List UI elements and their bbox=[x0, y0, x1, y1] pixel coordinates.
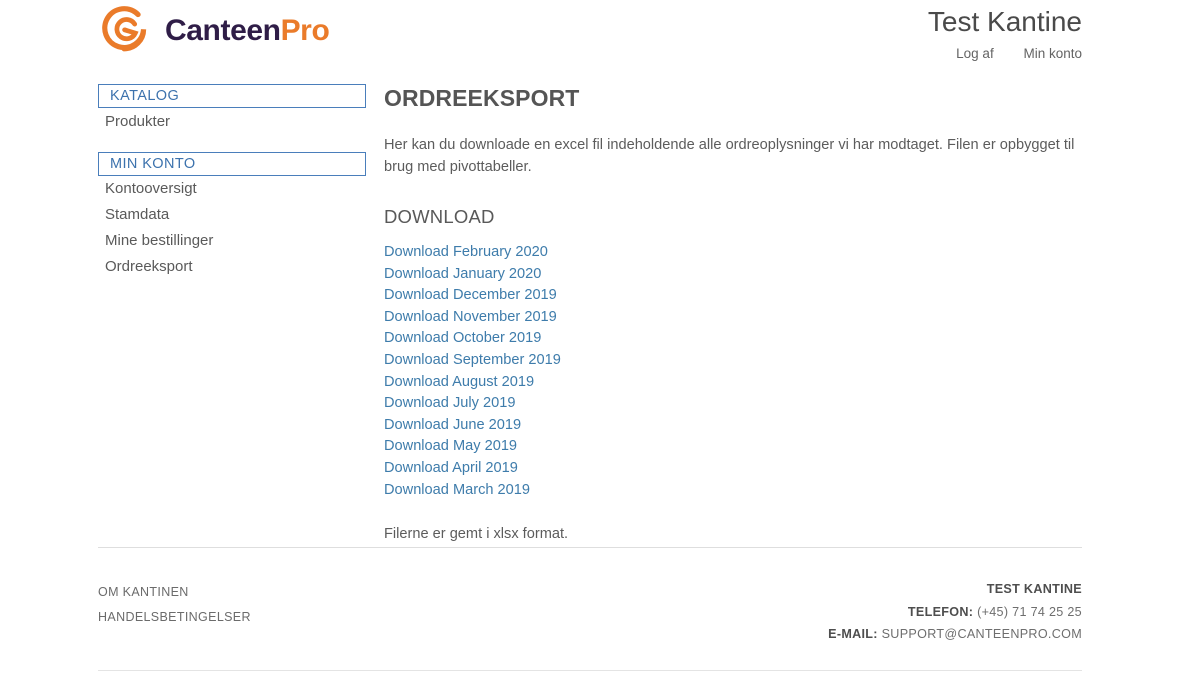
list-item: Download August 2019 bbox=[384, 372, 1082, 394]
site-footer: OM KANTINEN HANDELSBETINGELSER TEST KANT… bbox=[98, 566, 1082, 656]
logout-link[interactable]: Log af bbox=[956, 46, 994, 61]
footer-link-om-kantinen[interactable]: OM KANTINEN bbox=[98, 580, 251, 605]
download-link-april-2019[interactable]: Download April 2019 bbox=[384, 458, 518, 480]
download-link-may-2019[interactable]: Download May 2019 bbox=[384, 436, 517, 458]
list-item: Download December 2019 bbox=[384, 285, 1082, 307]
download-link-july-2019[interactable]: Download July 2019 bbox=[384, 393, 515, 415]
list-item: Kontooversigt bbox=[98, 176, 366, 202]
download-link-february-2020[interactable]: Download February 2020 bbox=[384, 242, 548, 264]
footer-phone-value: (+45) 71 74 25 25 bbox=[977, 604, 1082, 619]
list-item: Download June 2019 bbox=[384, 415, 1082, 437]
list-item: Download October 2019 bbox=[384, 328, 1082, 350]
footer-link-handelsbetingelser[interactable]: HANDELSBETINGELSER bbox=[98, 605, 251, 630]
footer-phone-label: TELEFON: bbox=[907, 604, 974, 619]
brand-wordmark: CanteenPro bbox=[165, 14, 330, 47]
list-item: Produkter bbox=[98, 108, 366, 134]
list-item: Download July 2019 bbox=[384, 393, 1082, 415]
list-item: Download May 2019 bbox=[384, 436, 1082, 458]
my-account-link[interactable]: Min konto bbox=[1023, 46, 1082, 61]
download-link-november-2019[interactable]: Download November 2019 bbox=[384, 307, 557, 329]
sidebar-item-stamdata[interactable]: Stamdata bbox=[98, 202, 366, 228]
sidebar-item-produkter[interactable]: Produkter bbox=[98, 108, 366, 134]
sidebar-block-katalog: KATALOG Produkter bbox=[98, 84, 366, 134]
download-link-list: Download February 2020 Download January … bbox=[384, 242, 1082, 501]
sidebar-heading-katalog: KATALOG bbox=[98, 84, 366, 108]
download-link-june-2019[interactable]: Download June 2019 bbox=[384, 415, 521, 437]
sidebar-list-katalog: Produkter bbox=[98, 108, 366, 134]
download-link-october-2019[interactable]: Download October 2019 bbox=[384, 328, 541, 350]
download-link-march-2019[interactable]: Download March 2019 bbox=[384, 480, 530, 502]
brand-name-part1: Canteen bbox=[165, 14, 281, 47]
section-title-download: DOWNLOAD bbox=[384, 206, 495, 227]
page-title: ORDREEKSPORT bbox=[384, 85, 580, 111]
footer-company-label: TEST KANTINE bbox=[986, 582, 1082, 596]
footer-links: OM KANTINEN HANDELSBETINGELSER bbox=[98, 580, 251, 630]
footer-phone-row: TELEFON: (+45) 71 74 25 25 bbox=[828, 601, 1082, 624]
file-format-note: Filerne er gemt i xlsx format. bbox=[384, 526, 569, 543]
brand-logo-link[interactable]: CanteenPro bbox=[98, 4, 330, 58]
download-link-january-2020[interactable]: Download January 2020 bbox=[384, 264, 541, 286]
list-item: Download April 2019 bbox=[384, 458, 1082, 480]
sidebar-block-min-konto: MIN KONTO Kontooversigt Stamdata Mine be… bbox=[98, 152, 366, 280]
footer-email-row: E-MAIL: SUPPORT@CANTEENPRO.COM bbox=[828, 623, 1082, 646]
customer-name: Test Kantine bbox=[927, 6, 1082, 37]
canteenpro-spiral-e-logo-icon bbox=[98, 4, 152, 58]
brand-name-part2: Pro bbox=[280, 14, 330, 47]
footer-divider-bottom bbox=[98, 670, 1082, 671]
list-item: Mine bestillinger bbox=[98, 228, 366, 254]
header-account-links: Log af Min konto bbox=[928, 46, 1082, 61]
footer-email-value: SUPPORT@CANTEENPRO.COM bbox=[881, 627, 1082, 641]
sidebar-list-min-konto: Kontooversigt Stamdata Mine bestillinger… bbox=[98, 176, 366, 280]
main-content: ORDREEKSPORT Her kan du downloade en exc… bbox=[384, 84, 1082, 545]
footer-divider-top bbox=[98, 547, 1082, 548]
list-item: Download September 2019 bbox=[384, 350, 1082, 372]
list-item: Download January 2020 bbox=[384, 264, 1082, 286]
list-item: Stamdata bbox=[98, 202, 366, 228]
page-root: CanteenPro Test Kantine Log af Min konto… bbox=[0, 0, 1200, 690]
sidebar-item-kontooversigt[interactable]: Kontooversigt bbox=[98, 176, 366, 202]
footer-contact-info: TEST KANTINE TELEFON: (+45) 71 74 25 25 … bbox=[828, 578, 1082, 646]
sidebar-item-mine-bestillinger[interactable]: Mine bestillinger bbox=[98, 228, 366, 254]
header-right: Test Kantine Log af Min konto bbox=[928, 6, 1082, 61]
footer-company-name: TEST KANTINE bbox=[828, 578, 1082, 601]
sidebar-item-ordreeksport[interactable]: Ordreeksport bbox=[98, 254, 366, 280]
list-item: Ordreeksport bbox=[98, 254, 366, 280]
sidebar-heading-min-konto: MIN KONTO bbox=[98, 152, 366, 176]
list-item: Download March 2019 bbox=[384, 480, 1082, 502]
download-link-september-2019[interactable]: Download September 2019 bbox=[384, 350, 561, 372]
list-item: Download November 2019 bbox=[384, 307, 1082, 329]
download-link-december-2019[interactable]: Download December 2019 bbox=[384, 285, 557, 307]
footer-email-label: E-MAIL: bbox=[828, 627, 878, 641]
list-item: Download February 2020 bbox=[384, 242, 1082, 264]
intro-paragraph: Her kan du downloade en excel fil indeho… bbox=[384, 137, 1075, 175]
download-link-august-2019[interactable]: Download August 2019 bbox=[384, 372, 534, 394]
site-header: CanteenPro Test Kantine Log af Min konto bbox=[98, 0, 1082, 76]
sidebar: KATALOG Produkter MIN KONTO Kontooversig… bbox=[98, 84, 366, 297]
